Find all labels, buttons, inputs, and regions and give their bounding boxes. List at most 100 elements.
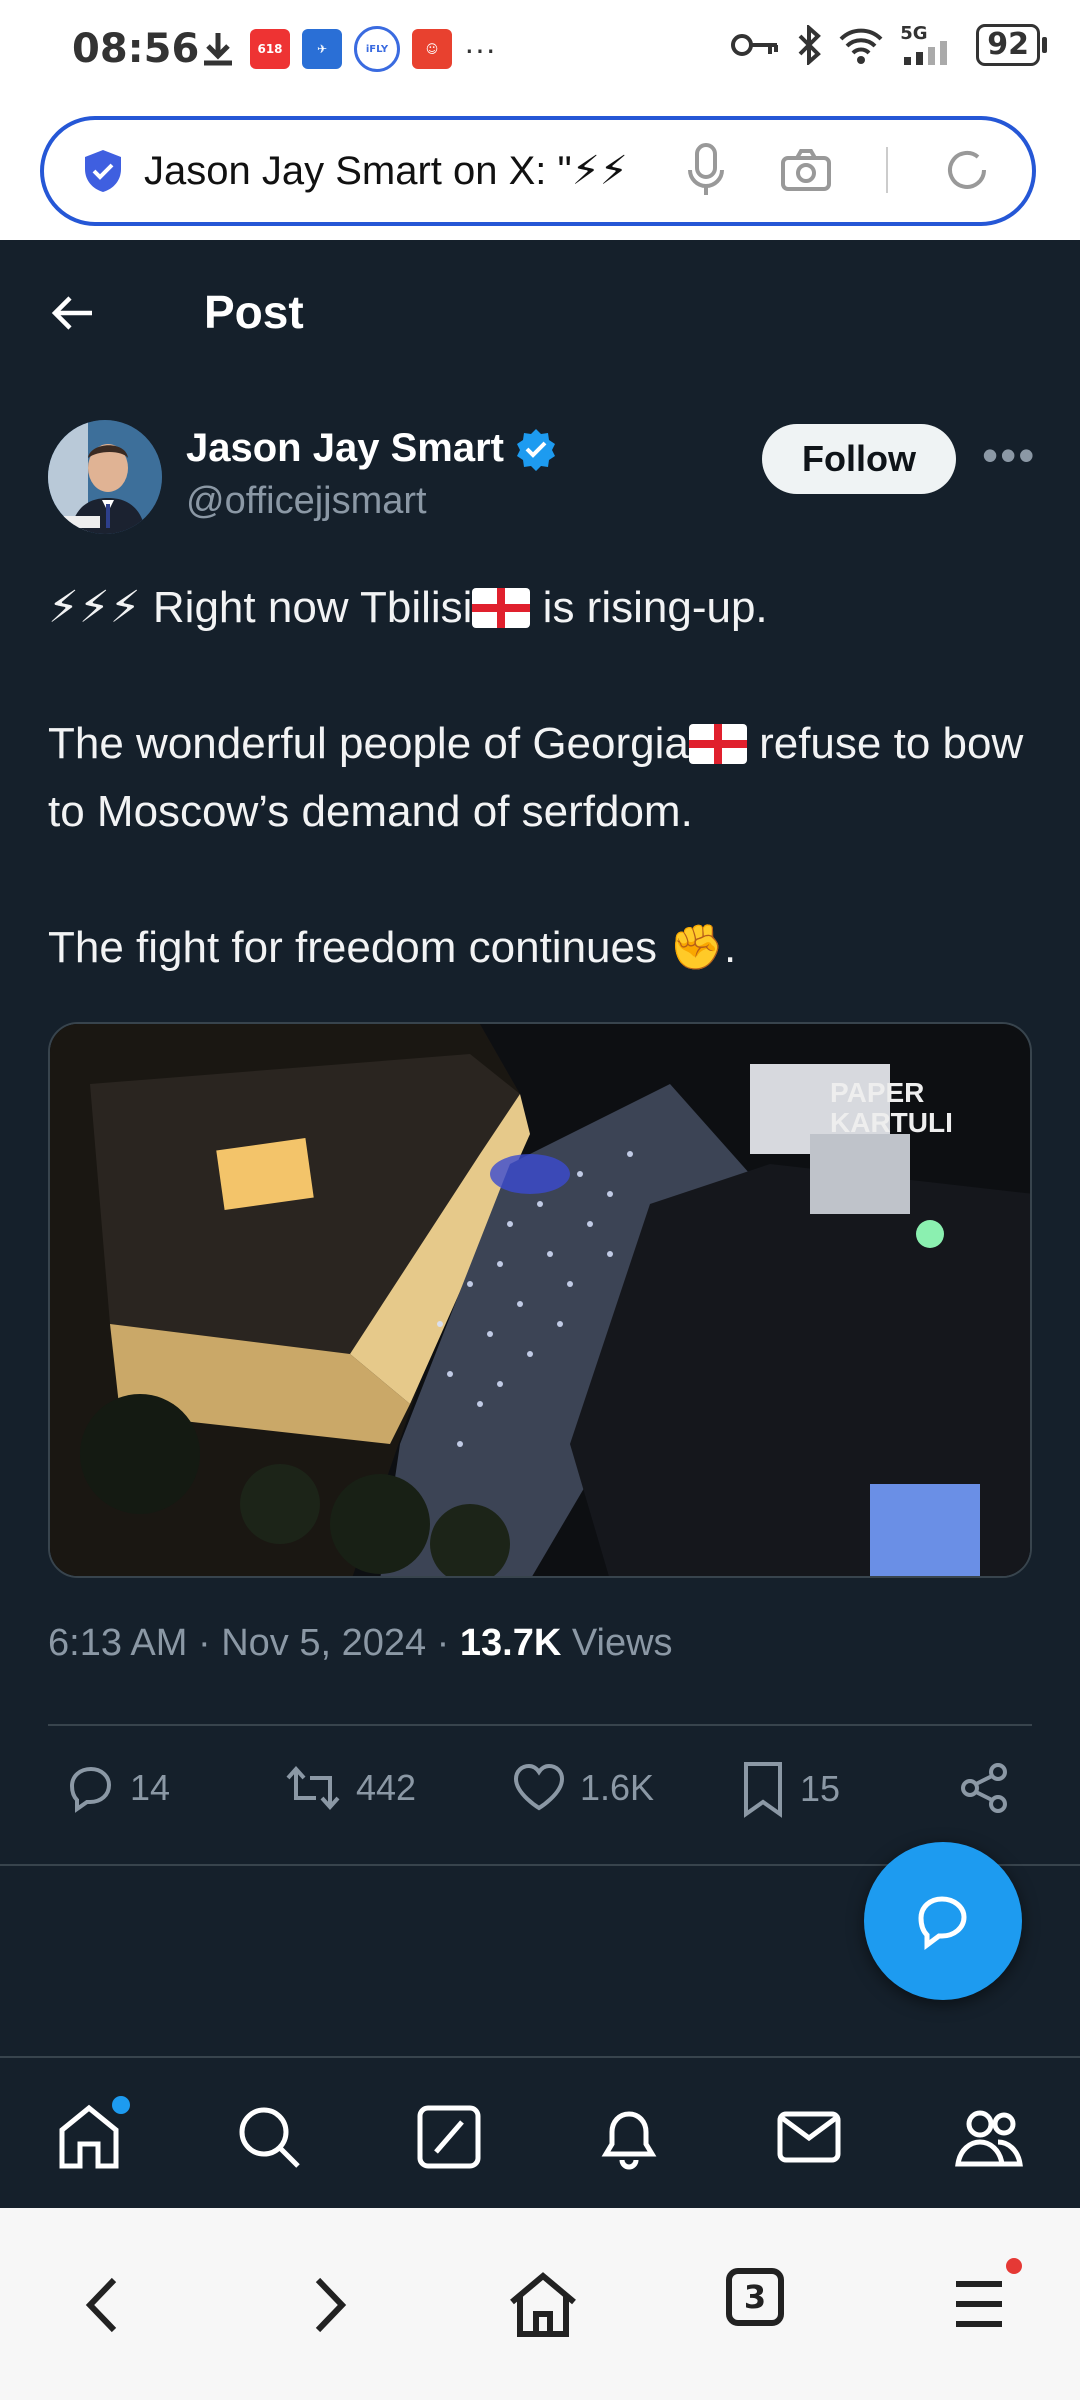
tweet-paragraph-2: The wonderful people of Georgia refuse t… [48, 710, 1038, 846]
nav-search[interactable] [232, 2100, 306, 2174]
address-bar[interactable]: Jason Jay Smart on X: "⚡⚡ [40, 116, 1036, 226]
meta-separator: · [187, 1622, 222, 1664]
url-text[interactable]: Jason Jay Smart on X: "⚡⚡ [144, 148, 664, 194]
communities-icon [955, 2110, 1023, 2167]
reply-bubble-icon [918, 1896, 967, 1950]
heart-icon [513, 1763, 565, 1811]
tweet-paragraph-3: The fight for freedom continues ✊. [48, 914, 1038, 982]
views-label: Views [561, 1622, 673, 1664]
follow-button[interactable]: Follow [762, 424, 956, 494]
url-divider [886, 147, 888, 193]
tweet-image[interactable]: PAPER KARTULI [48, 1022, 1032, 1578]
shield-check-icon [85, 150, 121, 192]
home-icon [510, 2272, 576, 2337]
post-header: Post [0, 240, 1080, 390]
nav-communities[interactable] [952, 2100, 1026, 2174]
notification-icons: 618 ✈ iFLY ☺ ··· [198, 26, 496, 72]
tweet-text: ⚡⚡⚡ Right now Tbilisi is rising-up. The … [48, 574, 1038, 1050]
nav-messages[interactable] [772, 2100, 846, 2174]
camera-icon[interactable] [780, 148, 832, 192]
menu-icon [956, 2281, 1002, 2327]
mail-icon [777, 2111, 841, 2163]
tweet-para-3-suffix: . [724, 923, 737, 972]
more-options-icon[interactable]: ••• [982, 428, 1036, 482]
tweet-line-1-prefix: ⚡⚡⚡ Right now Tbilisi [48, 583, 473, 632]
watermark-line-1: PAPER [830, 1077, 925, 1108]
bell-icon [601, 2111, 657, 2170]
share-icon [961, 1763, 1007, 1813]
like-count: 1.6K [580, 1767, 655, 1808]
georgia-flag-icon [472, 588, 531, 628]
chevron-left-icon [85, 2277, 117, 2333]
nav-home[interactable] [52, 2096, 130, 2174]
microphone-icon[interactable] [686, 142, 726, 198]
battery-indicator: 92 [976, 24, 1047, 66]
app-red-icon: ☺ [412, 29, 452, 69]
browser-home-button[interactable] [506, 2268, 580, 2342]
nav-notifications[interactable] [592, 2100, 666, 2174]
ifly-icon: iFLY [354, 26, 400, 72]
post-meta: 6:13 AM · Nov 5, 2024 · 13.7K Views [48, 1622, 673, 1665]
nav-grok[interactable] [412, 2100, 486, 2174]
like-button[interactable]: 1.6K [510, 1760, 654, 1816]
tweet-para-2-prefix: The wonderful people of Georgia [48, 719, 689, 768]
app-618-icon: 618 [250, 29, 290, 69]
more-notifications: ··· [464, 30, 496, 67]
verified-badge-icon [516, 428, 555, 471]
reply-count: 14 [130, 1767, 171, 1808]
author-handle[interactable]: @officejjsmart [186, 480, 427, 523]
bookmark-icon [744, 1762, 782, 1818]
avatar[interactable] [48, 420, 162, 534]
page-title: Post [204, 286, 304, 338]
raised-fist-icon: ✊ [669, 923, 725, 972]
grok-icon [417, 2105, 481, 2169]
bookmark-count: 15 [800, 1768, 841, 1809]
tweet-para-3-prefix: The fight for freedom continues [48, 923, 670, 972]
author-name-row: Jason Jay Smart [186, 426, 558, 471]
meta-separator: · [426, 1622, 460, 1664]
tweet-paragraph-1: ⚡⚡⚡ Right now Tbilisi is rising-up. [48, 574, 1038, 642]
status-bar: 08:56 618 ✈ iFLY ☺ ··· 5G 92 [0, 0, 1080, 104]
x-bottom-nav [0, 2056, 1080, 2210]
author-name[interactable]: Jason Jay Smart [186, 426, 504, 471]
url-bar-actions [686, 142, 992, 198]
author-row: Jason Jay Smart @officejjsmart Follow ••… [48, 420, 1048, 540]
browser-menu-button[interactable] [948, 2258, 1022, 2342]
menu-notification-dot [1006, 2258, 1022, 2274]
tweet-line-1-suffix: is rising-up. [530, 583, 768, 632]
post-time[interactable]: 6:13 AM [48, 1622, 187, 1664]
tab-count: 3 [726, 2268, 784, 2326]
divider [48, 1724, 1032, 1726]
browser-back-button[interactable] [68, 2268, 142, 2342]
download-icon [204, 33, 232, 66]
browser-toolbar: Jason Jay Smart on X: "⚡⚡ [0, 104, 1080, 240]
status-time: 08:56 [72, 26, 200, 72]
search-icon [239, 2107, 300, 2168]
browser-tabs-button[interactable]: 3 [726, 2268, 800, 2342]
repost-icon [286, 1765, 340, 1811]
post-date[interactable]: Nov 5, 2024 [221, 1622, 426, 1664]
wifi-icon [839, 28, 883, 64]
chevron-right-icon [315, 2277, 347, 2333]
app-bird-icon: ✈ [302, 29, 342, 69]
reply-button[interactable]: 14 [62, 1760, 170, 1816]
georgia-flag-icon [688, 724, 747, 764]
browser-forward-button[interactable] [290, 2268, 364, 2342]
signal-icon: 5G [900, 23, 960, 65]
unread-dot [112, 2096, 130, 2114]
watermark-line-2: KARTULI [830, 1107, 953, 1138]
key-icon [731, 34, 779, 56]
bluetooth-icon [798, 25, 822, 65]
repost-button[interactable]: 442 [282, 1760, 416, 1816]
reload-icon[interactable] [942, 145, 992, 195]
watermark: PAPER KARTULI [830, 1078, 953, 1138]
repost-count: 442 [356, 1767, 417, 1808]
compose-reply-button[interactable] [864, 1842, 1022, 2000]
back-arrow-icon[interactable] [48, 288, 98, 338]
reply-icon [69, 1766, 112, 1813]
bookmark-button[interactable]: 15 [738, 1760, 840, 1818]
action-bar: 14 442 1.6K 15 [48, 1760, 1032, 1836]
share-button[interactable] [956, 1760, 1012, 1816]
status-right: 5G 92 [730, 23, 1047, 66]
browser-bottom-nav: 3 [0, 2208, 1080, 2400]
